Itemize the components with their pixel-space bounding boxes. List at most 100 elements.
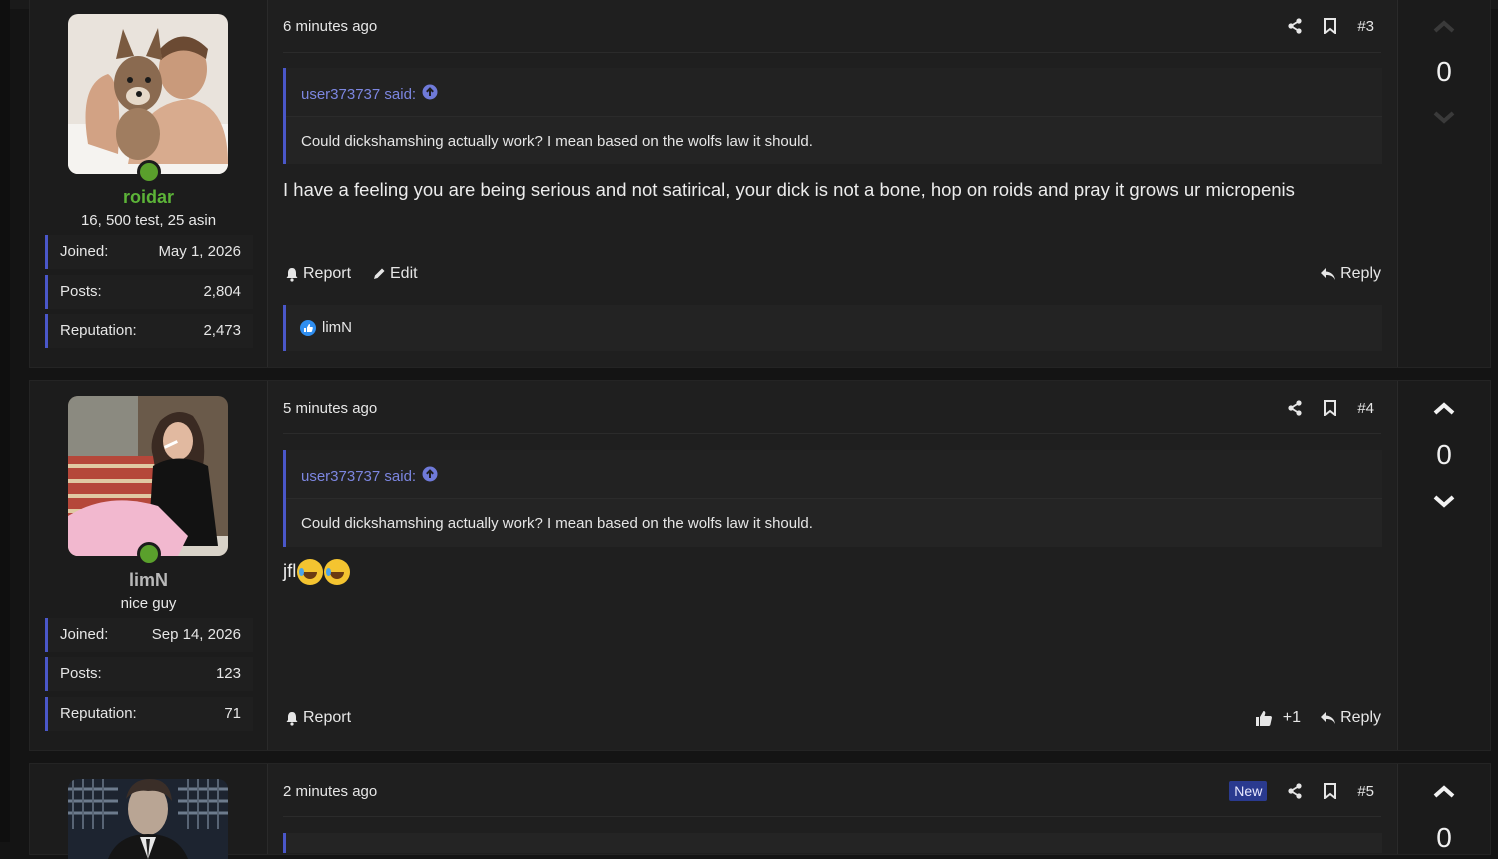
post-number[interactable]: #5 <box>1357 783 1374 800</box>
arrow-up-circle-icon[interactable] <box>422 466 438 486</box>
post: roidar 16, 500 test, 25 asin Joined: May… <box>29 0 1491 368</box>
reactions-bar: limN <box>283 305 1382 351</box>
header-divider <box>283 816 1381 817</box>
user-title: nice guy <box>120 595 177 612</box>
share-icon[interactable] <box>1287 400 1303 416</box>
stat-value: May 1, 2026 <box>158 243 241 260</box>
stat-value: 2,473 <box>203 322 241 339</box>
post-number[interactable]: #4 <box>1357 400 1374 417</box>
quote-text: Could dickshamshing actually work? I mea… <box>301 133 813 150</box>
post-body: jfl <box>283 559 351 585</box>
like-button[interactable]: +1 <box>1255 709 1301 727</box>
pencil-icon <box>374 268 385 279</box>
rofl-emoji-icon <box>324 559 351 585</box>
like-count: +1 <box>1282 709 1301 726</box>
share-icon[interactable] <box>1287 18 1303 34</box>
reply-icon <box>1321 268 1336 280</box>
arrow-up-circle-icon[interactable] <box>422 84 438 104</box>
post-body: I have a feeling you are being serious a… <box>283 179 1295 200</box>
user-title: 16, 500 test, 25 asin <box>80 212 217 229</box>
chevron-up-icon[interactable] <box>1429 399 1459 419</box>
quote-author-text[interactable]: user373737 said: <box>301 468 416 485</box>
stat-joined: Joined: May 1, 2026 <box>45 235 253 269</box>
post-actions: Report Edit Reply <box>283 265 1381 287</box>
quote-author[interactable]: user373737 said: <box>301 84 438 104</box>
thumbs-up-icon <box>1255 710 1272 726</box>
stat-label: Posts: <box>60 665 102 682</box>
stat-reputation: Reputation: 71 <box>45 697 253 731</box>
post-user-panel: limN nice guy Joined: Sep 14, 2026 Posts… <box>30 381 268 750</box>
chevron-up-icon[interactable] <box>1429 17 1459 37</box>
reaction-user[interactable]: limN <box>322 319 352 336</box>
quote-author-text[interactable]: user373737 said: <box>301 86 416 103</box>
post-body-text: jfl <box>283 559 297 581</box>
reply-link[interactable]: Reply <box>1320 265 1381 283</box>
post-time[interactable]: 6 minutes ago <box>283 18 377 35</box>
online-indicator <box>137 542 161 566</box>
quote-block <box>283 833 1382 853</box>
post: limN nice guy Joined: Sep 14, 2026 Posts… <box>29 380 1491 751</box>
quote-author[interactable]: user373737 said: <box>301 466 438 486</box>
report-label[interactable]: Report <box>303 709 351 727</box>
stat-value: 123 <box>215 665 241 682</box>
share-icon[interactable] <box>1287 783 1303 799</box>
vote-count: 0 <box>1436 56 1452 87</box>
reaction-entry[interactable]: limN <box>300 319 352 336</box>
post-number[interactable]: #3 <box>1357 18 1374 35</box>
quote-header <box>286 68 1382 117</box>
reply-label[interactable]: Reply <box>1340 709 1381 727</box>
vote-count: 0 <box>1436 439 1452 470</box>
post-user-panel <box>30 764 268 859</box>
quote-header <box>286 450 1382 499</box>
bookmark-icon[interactable] <box>1323 400 1337 416</box>
post-header-actions: #4 <box>1287 397 1374 419</box>
header-divider <box>283 52 1381 53</box>
edit-label[interactable]: Edit <box>390 265 418 283</box>
post-header-actions: New #5 <box>1229 780 1374 802</box>
report-link[interactable]: Report <box>285 265 351 283</box>
reply-icon <box>1321 712 1336 724</box>
reply-label[interactable]: Reply <box>1340 265 1381 283</box>
post-time[interactable]: 2 minutes ago <box>283 783 377 800</box>
report-link[interactable]: Report <box>285 709 351 727</box>
avatar[interactable] <box>68 396 228 556</box>
stat-joined: Joined: Sep 14, 2026 <box>45 618 253 652</box>
stat-label: Reputation: <box>60 322 137 339</box>
vote-count: 0 <box>1436 822 1452 853</box>
quote-block: user373737 said: Could dickshamshing act… <box>283 450 1382 547</box>
report-label[interactable]: Report <box>303 265 351 283</box>
stat-posts: Posts: 123 <box>45 657 253 691</box>
post-header-actions: #3 <box>1287 15 1374 37</box>
stat-reputation: Reputation: 2,473 <box>45 314 253 348</box>
bell-icon <box>286 711 298 726</box>
stat-label: Joined: <box>60 243 109 260</box>
post-time[interactable]: 5 minutes ago <box>283 400 377 417</box>
stat-value: 71 <box>224 705 241 722</box>
post: 2 minutes ago New #5 0 <box>29 763 1491 859</box>
rofl-emoji-icon <box>297 559 324 585</box>
stat-label: Joined: <box>60 626 109 643</box>
stat-posts: Posts: 2,804 <box>45 275 253 309</box>
username[interactable]: limN <box>30 570 267 591</box>
page-edge <box>0 0 10 842</box>
online-indicator <box>137 160 161 184</box>
avatar[interactable] <box>68 14 228 174</box>
post-main: 6 minutes ago #3 user373737 said: Could … <box>268 0 1396 367</box>
quote-block: user373737 said: Could dickshamshing act… <box>283 68 1382 164</box>
chevron-down-icon[interactable] <box>1429 107 1459 127</box>
bookmark-icon[interactable] <box>1323 783 1337 799</box>
post-vote-panel: 0 <box>1397 764 1490 854</box>
stat-label: Reputation: <box>60 705 137 722</box>
thumbs-up-icon <box>300 319 316 336</box>
edit-link[interactable]: Edit <box>372 265 418 283</box>
new-badge: New <box>1229 781 1268 801</box>
bell-icon <box>286 267 298 282</box>
bookmark-icon[interactable] <box>1323 18 1337 34</box>
username[interactable]: roidar <box>30 187 267 208</box>
avatar[interactable] <box>68 779 228 859</box>
chevron-down-icon[interactable] <box>1429 491 1459 511</box>
reply-link[interactable]: Reply <box>1320 709 1381 727</box>
stat-value: Sep 14, 2026 <box>151 626 241 643</box>
chevron-up-icon[interactable] <box>1429 782 1459 802</box>
quote-text: Could dickshamshing actually work? I mea… <box>301 515 813 532</box>
